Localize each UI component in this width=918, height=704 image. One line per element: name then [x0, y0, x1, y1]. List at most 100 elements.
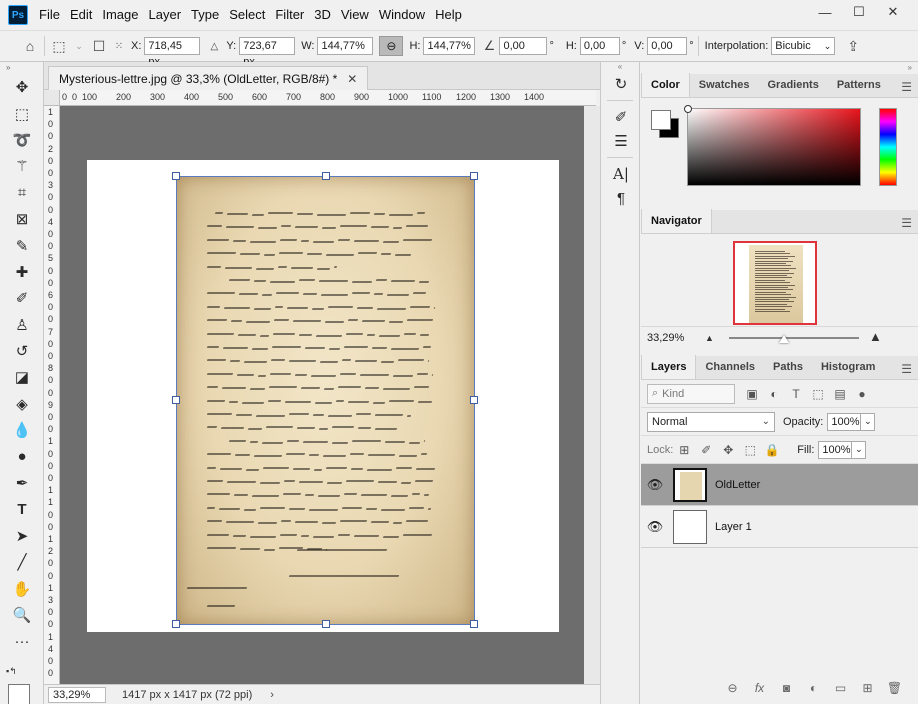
blend-mode-select[interactable]: Normal ⌄: [647, 411, 775, 432]
healing-brush-tool-icon[interactable]: ✚: [0, 259, 44, 285]
tab-paths[interactable]: Paths: [764, 355, 812, 379]
tab-color[interactable]: Color: [641, 73, 690, 97]
old-letter-image[interactable]: [177, 177, 474, 625]
document-tab[interactable]: Mysterious-lettre.jpg @ 33,3% (OldLetter…: [48, 66, 369, 90]
history-panel-icon[interactable]: ↻: [601, 72, 641, 96]
layer-name[interactable]: Layer 1: [715, 521, 752, 533]
panel-menu-icon[interactable]: ☰: [901, 362, 912, 376]
blur-tool-icon[interactable]: 💧: [0, 417, 44, 443]
path-selection-tool-icon[interactable]: ➤: [0, 523, 44, 549]
lock-all-icon[interactable]: 🔒: [761, 440, 783, 460]
canvas-area[interactable]: [60, 106, 584, 684]
add-mask-icon[interactable]: ◙: [773, 681, 800, 695]
menu-layer[interactable]: Layer: [144, 0, 187, 30]
vskew-field[interactable]: 0,00: [647, 37, 688, 55]
line-tool-icon[interactable]: ╱: [0, 549, 44, 575]
paragraph-panel-icon[interactable]: ¶: [601, 186, 641, 210]
kind-filter-select[interactable]: ⌕ Kind: [647, 383, 735, 404]
lasso-tool-icon[interactable]: ➰: [0, 127, 44, 153]
document-info[interactable]: 1417 px x 1417 px (72 ppi): [122, 689, 252, 701]
panel-grip-icon[interactable]: »: [0, 62, 43, 74]
height-field[interactable]: 144,77%: [423, 37, 476, 55]
eraser-tool-icon[interactable]: ◪: [0, 364, 44, 390]
brush-settings-icon[interactable]: ✐: [601, 105, 641, 129]
new-group-icon[interactable]: ▭: [827, 681, 854, 695]
menu-view[interactable]: View: [336, 0, 374, 30]
brush-tool-icon[interactable]: ✐: [0, 285, 44, 311]
frame-tool-icon[interactable]: ⊠: [0, 206, 44, 232]
reference-point-icon[interactable]: ⬚: [49, 36, 69, 56]
move-tool-icon[interactable]: ✥: [0, 74, 44, 100]
lock-transparent-icon[interactable]: ⊞: [673, 440, 695, 460]
tab-layers[interactable]: Layers: [641, 355, 697, 379]
type-filter-icon[interactable]: T: [785, 384, 807, 404]
filter-toggle-icon[interactable]: ●: [851, 384, 873, 404]
zoom-slider[interactable]: [729, 337, 859, 339]
fill-field[interactable]: 100%: [818, 440, 853, 459]
zoom-field[interactable]: 33,29%: [48, 686, 106, 703]
chevron-right-icon[interactable]: ›: [270, 689, 274, 701]
dodge-tool-icon[interactable]: ●: [0, 443, 44, 469]
share-icon[interactable]: ⇪: [843, 36, 863, 56]
hue-slider[interactable]: [879, 108, 897, 186]
pen-tool-icon[interactable]: ✒: [0, 470, 44, 496]
vertical-ruler[interactable]: 1002003004005006007008009001000110012001…: [44, 106, 60, 684]
relative-position-icon[interactable]: △: [204, 36, 224, 56]
new-layer-icon[interactable]: ⊞: [854, 681, 881, 695]
history-brush-tool-icon[interactable]: ↺: [0, 338, 44, 364]
horizontal-ruler[interactable]: 0 0 100 200 300 400 500 600 700 800 900 1000 1100 120…: [60, 90, 596, 106]
more-tools-icon[interactable]: ···: [0, 628, 44, 654]
panel-menu-icon[interactable]: ☰: [901, 216, 912, 230]
layer-name[interactable]: OldLetter: [715, 479, 760, 491]
type-tool-icon[interactable]: T: [0, 496, 44, 522]
y-field[interactable]: 723,67 px: [239, 37, 296, 68]
chevron-down-icon[interactable]: ⌄: [852, 440, 867, 459]
lock-position-icon[interactable]: ✥: [717, 440, 739, 460]
panel-grip-icon[interactable]: «: [601, 62, 639, 72]
tab-channels[interactable]: Channels: [696, 355, 764, 379]
maximize-button[interactable]: ☐: [842, 0, 876, 24]
adjustments-icon[interactable]: ☰: [601, 129, 641, 153]
layer-row-layer-1[interactable]: 👁 Layer 1: [641, 506, 918, 548]
zoom-tool-icon[interactable]: 🔍: [0, 602, 44, 628]
tab-gradients[interactable]: Gradients: [758, 73, 827, 97]
menu-select[interactable]: Select: [224, 0, 270, 30]
clone-stamp-tool-icon[interactable]: ♙: [0, 312, 44, 338]
tab-swatches[interactable]: Swatches: [690, 73, 759, 97]
link-icon[interactable]: ⊖: [379, 36, 404, 56]
magic-wand-tool-icon[interactable]: ⚚: [0, 153, 44, 179]
menu-filter[interactable]: Filter: [270, 0, 309, 30]
navigator-zoom-value[interactable]: 33,29%: [647, 332, 684, 344]
link-layers-icon[interactable]: ⊖: [719, 681, 746, 695]
menu-image[interactable]: Image: [97, 0, 143, 30]
tab-patterns[interactable]: Patterns: [828, 73, 890, 97]
menu-3d[interactable]: 3D: [309, 0, 336, 30]
reference-checkbox[interactable]: ☐: [89, 36, 109, 56]
smart-object-filter-icon[interactable]: ▤: [829, 384, 851, 404]
interpolation-select[interactable]: Bicubic ⌄: [771, 37, 836, 55]
menu-type[interactable]: Type: [186, 0, 224, 30]
menu-help[interactable]: Help: [430, 0, 467, 30]
visibility-eye-icon[interactable]: 👁: [641, 477, 669, 493]
menu-window[interactable]: Window: [374, 0, 430, 30]
width-field[interactable]: 144,77%: [317, 37, 374, 55]
minimize-button[interactable]: —: [808, 0, 842, 24]
shape-filter-icon[interactable]: ⬚: [807, 384, 829, 404]
angle-field[interactable]: 0,00: [499, 37, 548, 55]
x-field[interactable]: 718,45 px: [144, 37, 201, 68]
fx-icon[interactable]: fx: [746, 681, 773, 695]
visibility-eye-icon[interactable]: 👁: [641, 519, 669, 535]
lock-image-icon[interactable]: ✐: [695, 440, 717, 460]
chevron-down-icon[interactable]: ⌄: [69, 36, 89, 56]
pixel-filter-icon[interactable]: ▣: [741, 384, 763, 404]
foreground-color-swatch[interactable]: [8, 684, 30, 704]
hand-tool-icon[interactable]: ✋: [0, 575, 44, 601]
zoom-slider-knob[interactable]: [779, 335, 789, 343]
color-field[interactable]: [684, 105, 861, 186]
trash-icon[interactable]: 🗑: [881, 681, 908, 695]
tab-histogram[interactable]: Histogram: [812, 355, 884, 379]
home-icon[interactable]: ⌂: [20, 36, 40, 56]
chevron-down-icon[interactable]: ⌄: [861, 412, 876, 431]
color-picker-handle[interactable]: [684, 105, 692, 113]
adjustment-layer-icon[interactable]: ◐: [800, 681, 827, 695]
